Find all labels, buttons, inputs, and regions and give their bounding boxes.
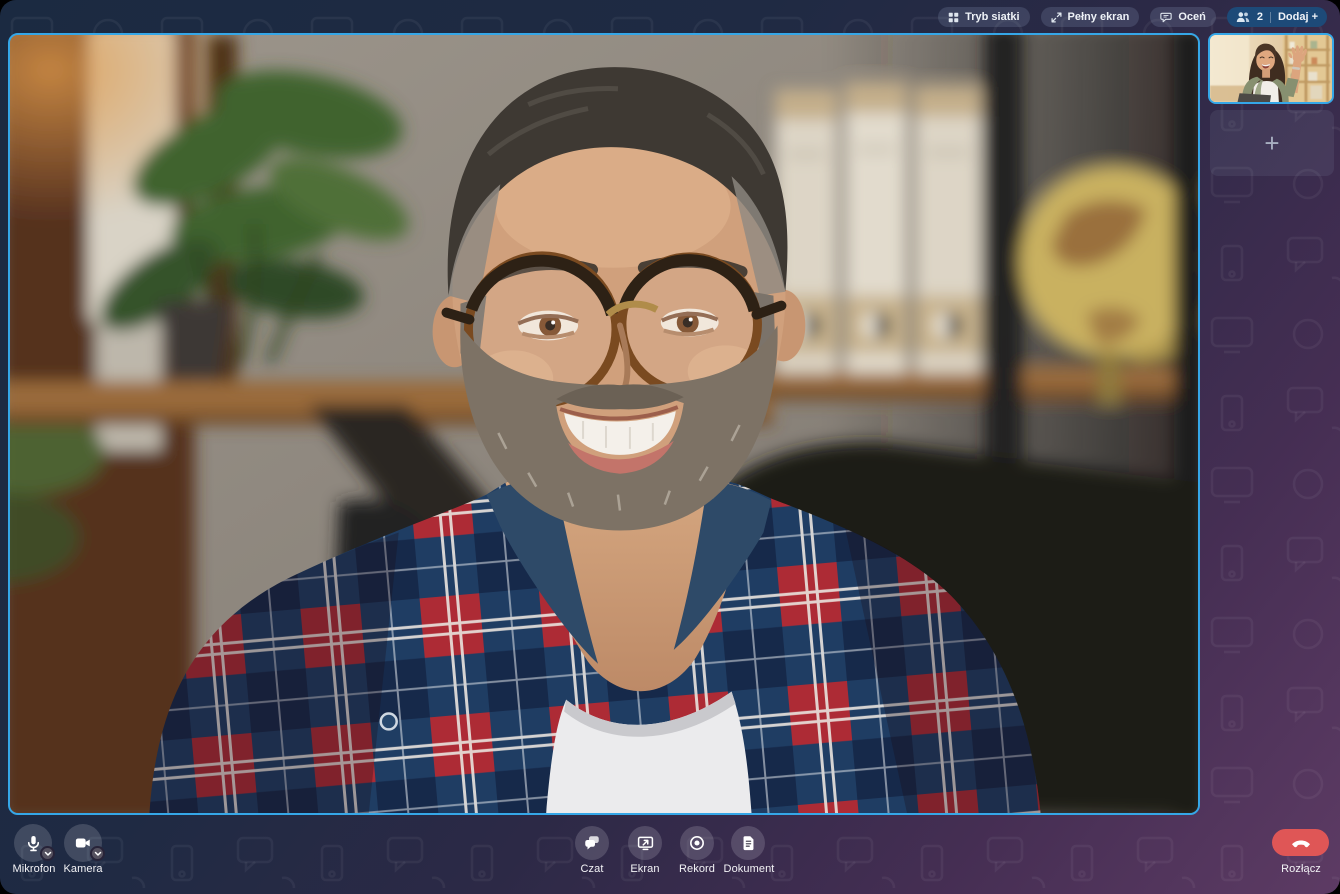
grid-icon <box>948 12 959 23</box>
screen-share-button[interactable] <box>628 826 662 860</box>
document-icon <box>740 834 757 852</box>
people-icon <box>1236 11 1250 23</box>
document-label: Dokument <box>704 863 794 875</box>
plus-icon: + <box>1264 130 1279 156</box>
self-video-thumbnail[interactable] <box>1208 33 1334 104</box>
camera-options-button[interactable] <box>90 846 105 861</box>
main-video-tile[interactable] <box>8 33 1200 815</box>
chat-button[interactable] <box>575 826 609 860</box>
microphone-options-button[interactable] <box>40 846 55 861</box>
chevron-down-icon <box>44 851 52 857</box>
feedback-bubble-icon <box>1160 12 1172 23</box>
fullscreen-button[interactable]: Pełny ekran <box>1041 7 1140 27</box>
record-button[interactable] <box>680 826 714 860</box>
fullscreen-icon <box>1051 12 1062 23</box>
record-icon <box>688 834 706 852</box>
pill-divider <box>1270 12 1271 23</box>
self-participant-video <box>1210 35 1332 102</box>
add-participant-label: Dodaj + <box>1278 11 1318 23</box>
chat-icon <box>583 834 601 852</box>
add-participant-slot[interactable]: + <box>1210 110 1334 176</box>
document-button[interactable] <box>731 826 765 860</box>
chevron-down-icon <box>94 851 102 857</box>
grid-mode-button[interactable]: Tryb siatki <box>938 7 1029 27</box>
chat-label: Czat <box>547 863 637 875</box>
camera-label: Kamera <box>38 863 128 875</box>
remote-participant-video <box>10 35 1198 813</box>
disconnect-label: Rozłącz <box>1256 863 1340 875</box>
microphone-label: Mikrofon <box>0 863 79 875</box>
phone-hangup-icon <box>1290 837 1312 849</box>
rate-button[interactable]: Oceń <box>1150 7 1216 27</box>
screen-share-icon <box>636 834 655 852</box>
screen-share-label: Ekran <box>600 863 690 875</box>
record-label: Rekord <box>652 863 742 875</box>
participants-add-button[interactable]: 2 Dodaj + <box>1227 7 1327 27</box>
participant-count: 2 <box>1257 11 1263 23</box>
top-toolbar: Tryb siatki Pełny ekran Oceń 2 <box>938 7 1327 27</box>
fullscreen-label: Pełny ekran <box>1068 11 1130 23</box>
rate-label: Oceń <box>1178 11 1206 23</box>
meeting-window: Tryb siatki Pełny ekran Oceń 2 <box>0 0 1340 894</box>
disconnect-button[interactable] <box>1272 829 1329 856</box>
grid-mode-label: Tryb siatki <box>965 11 1019 23</box>
